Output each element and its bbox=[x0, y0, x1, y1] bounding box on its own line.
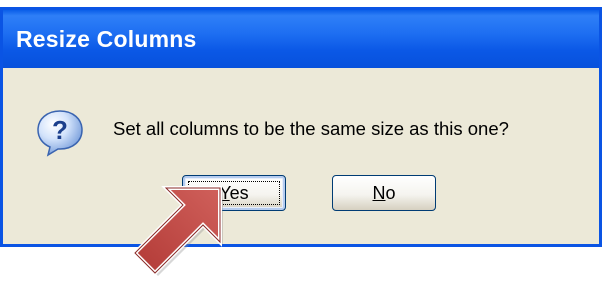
no-button-label: No bbox=[372, 183, 395, 204]
question-icon: ? bbox=[37, 110, 83, 157]
dialog-title: Resize Columns bbox=[16, 26, 197, 52]
resize-columns-dialog: Resize Columns ? Set all columns to be t… bbox=[0, 7, 602, 247]
title-bar[interactable]: Resize Columns bbox=[3, 10, 599, 68]
screenshot-stage: Resize Columns ? Set all columns to be t… bbox=[0, 0, 607, 290]
no-mnemonic: N bbox=[372, 182, 386, 203]
no-label-rest: o bbox=[385, 182, 396, 203]
dialog-body: ? Set all columns to be the same size as… bbox=[3, 68, 599, 244]
svg-text:?: ? bbox=[52, 115, 68, 145]
pointer-arrow-icon bbox=[132, 186, 223, 276]
dialog-message: Set all columns to be the same size as t… bbox=[113, 118, 509, 139]
no-button[interactable]: No bbox=[332, 175, 436, 211]
